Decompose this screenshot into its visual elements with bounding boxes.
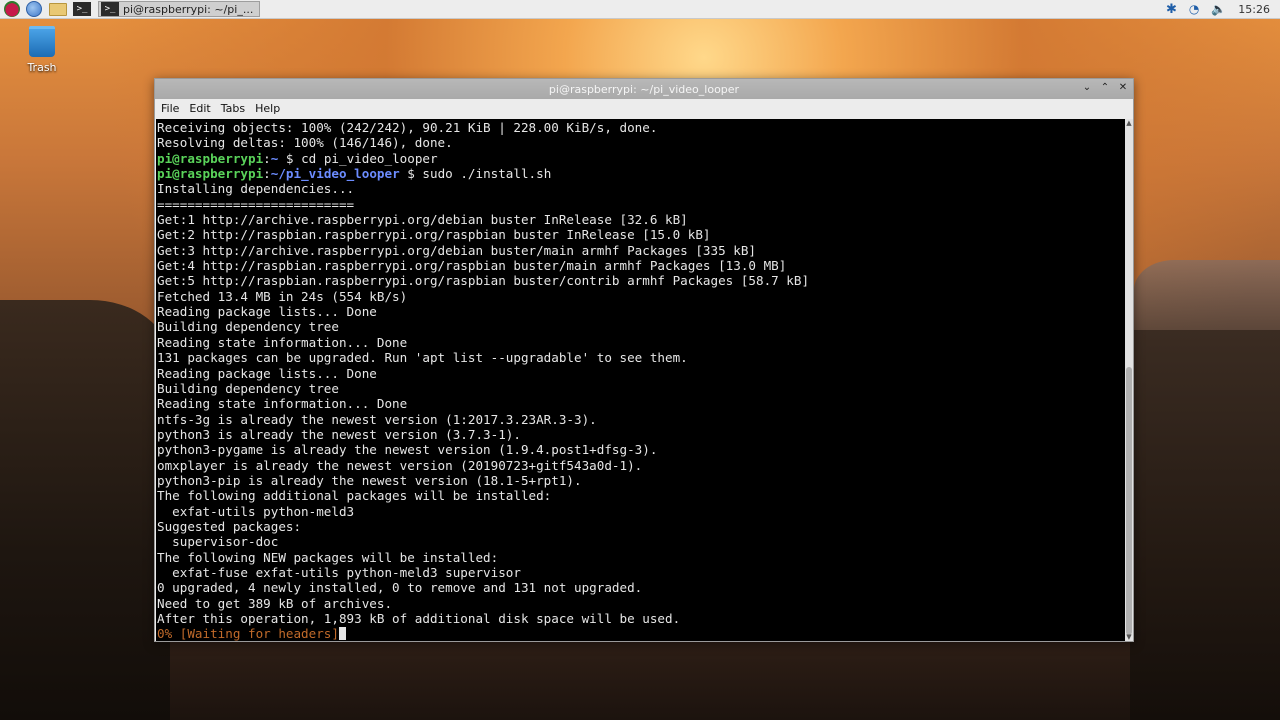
prompt-separator: : [263,166,271,182]
terminal-line: Get:2 http://raspbian.raspberrypi.org/ra… [157,227,711,243]
taskbar-window-button[interactable]: >_ pi@raspberrypi: ~/pi_... [98,1,261,17]
terminal-line: 131 packages can be upgraded. Run 'apt l… [157,350,688,366]
terminal-line: Reading state information... Done [157,396,408,412]
terminal-window: pi@raspberrypi: ~/pi_video_looper ⌄ ⌃ ✕ … [154,78,1134,642]
terminal-line: The following additional packages will b… [157,488,552,504]
menu-edit[interactable]: Edit [189,102,210,115]
terminal-line: Installing dependencies... [157,181,355,197]
terminal-line: After this operation, 1,893 kB of additi… [157,611,681,626]
close-button[interactable]: ✕ [1117,81,1129,95]
window-title: pi@raspberrypi: ~/pi_video_looper [548,82,740,96]
scroll-down-icon[interactable]: ▼ [1125,633,1133,641]
terminal-line: Fetched 13.4 MB in 24s (554 kB/s) [157,288,408,304]
terminal-line: ========================== [157,196,355,212]
prompt-symbol: $ [399,166,423,182]
terminal-line: The following NEW packages will be insta… [157,549,499,565]
desktop-wallpaper-hill-left [0,300,170,720]
prompt-user: pi@raspberrypi [157,150,264,166]
clock[interactable]: 15:26 [1238,3,1270,16]
terminal-cursor [338,627,346,641]
prompt-separator: : [263,150,271,166]
terminal-line: Get:4 http://raspbian.raspberrypi.org/ra… [157,258,787,274]
terminal-line: omxplayer is already the newest version … [157,457,643,473]
menu-tabs[interactable]: Tabs [221,102,245,115]
scrollbar-thumb[interactable] [1126,367,1132,635]
menu-file[interactable]: File [161,102,179,115]
terminal-icon: >_ [101,2,119,16]
terminal-line: ntfs-3g is already the newest version (1… [157,411,597,427]
wifi-icon[interactable]: ◔ [1189,2,1199,16]
trash-icon [29,26,55,57]
terminal-line: Resolving deltas: 100% (146/146), done. [157,135,453,151]
terminal-line: Building dependency tree [157,319,339,335]
prompt-symbol: $ [278,150,302,166]
terminal-line: Suggested packages: [157,518,302,534]
volume-icon[interactable]: 🔈 [1211,2,1226,16]
trash-desktop-item[interactable]: Trash [22,26,62,74]
prompt-command: sudo ./install.sh [422,166,552,182]
prompt-directory: ~/pi_video_looper [270,166,400,182]
maximize-button[interactable]: ⌃ [1099,81,1111,95]
terminal-prompt-line: pi@raspberrypi:~ $ cd pi_video_looper [157,151,1125,166]
scroll-up-icon[interactable]: ▲ [1125,119,1133,127]
terminal-line: Receiving objects: 100% (242/242), 90.21… [157,120,658,135]
desktop-wallpaper-hill-right-top [1134,260,1280,340]
terminal-line: Need to get 389 kB of archives. [157,595,393,611]
web-browser-icon [26,1,42,17]
terminal-output[interactable]: Receiving objects: 100% (242/242), 90.21… [156,119,1125,641]
terminal-icon: >_ [73,2,91,16]
file-manager-button[interactable] [48,1,68,17]
terminal-prompt-line: pi@raspberrypi:~/pi_video_looper $ sudo … [157,166,1125,181]
terminal-line: Reading state information... Done [157,334,408,350]
terminal-line: Get:5 http://raspbian.raspberrypi.org/ra… [157,273,810,289]
prompt-user: pi@raspberrypi [157,166,264,182]
bluetooth-icon[interactable]: ✱ [1166,2,1177,17]
terminal-line: Reading package lists... Done [157,304,377,320]
window-titlebar[interactable]: pi@raspberrypi: ~/pi_video_looper ⌄ ⌃ ✕ [155,79,1133,99]
terminal-line: python3-pygame is already the newest ver… [157,442,658,458]
terminal-line: supervisor-doc [157,534,279,550]
system-tray: ✱ ◔ 🔈 15:26 [1166,2,1270,17]
prompt-command: cd pi_video_looper [301,150,438,166]
web-browser-button[interactable] [24,1,44,17]
apt-progress-text: 0% [Waiting for headers] [157,626,339,641]
terminal-line: Get:3 http://archive.raspberrypi.org/deb… [157,242,756,258]
terminal-line: python3-pip is already the newest versio… [157,472,582,488]
terminal-line: 0% [Waiting for headers] [157,626,1125,641]
raspberry-pi-menu-icon[interactable] [4,1,20,17]
terminal-launcher-button[interactable]: >_ [72,1,92,17]
terminal-line: exfat-utils python-meld3 [157,503,355,519]
menu-bar: File Edit Tabs Help [155,99,1133,118]
terminal-line: Get:1 http://archive.raspberrypi.org/deb… [157,212,688,228]
trash-label: Trash [27,61,57,74]
file-manager-icon [49,2,67,16]
terminal-line: python3 is already the newest version (3… [157,426,521,442]
terminal-line: 0 upgraded, 4 newly installed, 0 to remo… [157,580,643,596]
window-controls: ⌄ ⌃ ✕ [1081,81,1129,95]
terminal-scrollbar[interactable]: ▲ ▼ [1125,119,1133,641]
desktop-wallpaper-hill-right [1130,330,1280,720]
taskbar: >_ >_ pi@raspberrypi: ~/pi_... ✱ ◔ 🔈 15:… [0,0,1280,19]
terminal-line: Reading package lists... Done [157,365,377,381]
terminal-line: Building dependency tree [157,380,339,396]
taskbar-window-title: pi@raspberrypi: ~/pi_... [123,2,254,16]
terminal-line: exfat-fuse exfat-utils python-meld3 supe… [157,564,521,580]
menu-help[interactable]: Help [255,102,280,115]
minimize-button[interactable]: ⌄ [1081,81,1093,95]
